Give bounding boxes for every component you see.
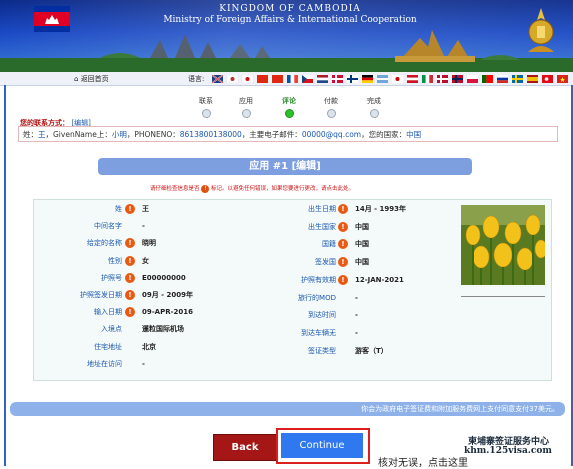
step-application: 应用 bbox=[226, 96, 266, 118]
language-flags[interactable] bbox=[212, 75, 572, 83]
field-value: E00000000 bbox=[142, 273, 186, 282]
language-label: 语言: bbox=[188, 75, 205, 83]
field-value: 暹粒国际机场 bbox=[142, 325, 184, 334]
notice-warning-icon: ! bbox=[201, 184, 210, 193]
warning-icon: ! bbox=[125, 255, 135, 266]
contact-summary: 姓：王，GivenName上：小明，PHONENO：8613800138000，… bbox=[18, 126, 558, 142]
step-radio bbox=[201, 109, 211, 118]
banner-line1: KINGDOM OF CAMBODIA bbox=[219, 4, 361, 14]
step-payment: 付款 bbox=[311, 96, 351, 118]
field-label: 出生国家 bbox=[308, 222, 336, 231]
email-value: 00000@qq.com bbox=[301, 130, 362, 139]
cambodia-flag-icon bbox=[34, 6, 70, 32]
field-value: 王 bbox=[142, 205, 149, 213]
field-label: 出生日期 bbox=[308, 205, 336, 213]
step-radio bbox=[369, 109, 379, 118]
field-label: 输入日期 bbox=[94, 308, 122, 317]
field-value: - bbox=[355, 293, 358, 302]
back-button[interactable]: Back bbox=[213, 434, 277, 461]
photo-divider bbox=[461, 296, 545, 297]
step-radio-active bbox=[284, 109, 294, 118]
field-label: 到达时间 bbox=[308, 311, 336, 320]
field-value: 中国 bbox=[355, 258, 369, 267]
confirm-hint: 核对无误，点击这里 bbox=[378, 458, 468, 469]
field-label: 地址在访问 bbox=[87, 359, 122, 368]
notice-pre: 请仔细检查信息是否 bbox=[150, 186, 200, 192]
field-value: 中国 bbox=[355, 222, 369, 231]
continue-button[interactable]: Continue bbox=[281, 433, 363, 458]
home-link[interactable]: ⌂ 返回首页 bbox=[74, 74, 109, 84]
header-banner: KINGDOM OF CAMBODIA Ministry of Foreign … bbox=[0, 0, 573, 72]
application-header[interactable]: 应用 #1 [编辑] bbox=[98, 158, 472, 175]
top-navbar: ⌂ 返回首页 语言: bbox=[0, 72, 573, 86]
field-label: 姓 bbox=[115, 205, 122, 213]
surname-label: 姓： bbox=[23, 130, 38, 139]
warning-icon: ! bbox=[125, 290, 135, 300]
step-label: 完成 bbox=[367, 97, 381, 105]
field-value: 游客（T） bbox=[355, 346, 388, 355]
field-label: 国籍 bbox=[322, 240, 336, 249]
field-value: 晓明 bbox=[142, 239, 156, 248]
field-label: 性别 bbox=[108, 256, 122, 265]
home-link-label: 返回首页 bbox=[80, 75, 109, 83]
field-value: - bbox=[142, 222, 145, 231]
step-complete: 完成 bbox=[354, 96, 394, 118]
review-notice: 请仔细检查信息是否 ! 标记。以避免任何错误，如果您要进行更改，请点击此处。 bbox=[150, 184, 450, 193]
field-value: 女 bbox=[142, 256, 149, 265]
field-value: - bbox=[142, 359, 145, 368]
phone-value: 8613800138000 bbox=[179, 130, 242, 139]
step-review: 评论 bbox=[269, 96, 309, 118]
field-value: 12-JAN-2021 bbox=[355, 275, 404, 284]
field-label: 护照有效期 bbox=[301, 275, 336, 284]
field-value: 中国 bbox=[355, 240, 369, 249]
surname-value: 王 bbox=[38, 130, 46, 139]
warning-icon: ! bbox=[338, 204, 348, 214]
field-label: 护照签发日期 bbox=[80, 291, 122, 299]
field-label: 签证类型 bbox=[308, 346, 336, 355]
field-label: 入境点 bbox=[101, 325, 122, 334]
step-label: 评论 bbox=[282, 97, 296, 105]
field-value: 09月 - 2009年 bbox=[142, 291, 194, 299]
step-radio bbox=[241, 109, 251, 118]
field-value: 14月 - 1993年 bbox=[355, 205, 407, 213]
notice-post[interactable]: 标记。以避免任何错误，如果您要进行更改，请点击此处。 bbox=[211, 186, 354, 192]
fee-notice-bar: 你会为政府电子签证费和附加服务费网上支付同意支付37美元。 bbox=[10, 402, 565, 416]
field-value: - bbox=[355, 311, 358, 320]
country-value: 中国 bbox=[406, 130, 422, 139]
warning-icon: ! bbox=[125, 204, 135, 214]
fee-notice-text: 你会为政府电子签证费和附加服务费网上支付同意支付37美元。 bbox=[361, 405, 559, 413]
given-value: 小明 bbox=[111, 130, 127, 139]
email-label: ，主要电子邮件： bbox=[241, 130, 302, 139]
step-label: 联系 bbox=[199, 97, 213, 105]
warning-icon: ! bbox=[338, 221, 348, 232]
banner-titles: KINGDOM OF CAMBODIA Ministry of Foreign … bbox=[120, 4, 460, 25]
warning-icon: ! bbox=[125, 272, 135, 283]
given-label: ，GivenName上： bbox=[45, 130, 112, 139]
watermark-line2: khm.125visa.com bbox=[464, 446, 552, 456]
field-value: - bbox=[355, 328, 358, 337]
angkor-temples-illustration bbox=[0, 30, 573, 72]
warning-icon: ! bbox=[338, 274, 348, 285]
step-radio bbox=[326, 109, 336, 118]
step-contact: 联系 bbox=[186, 96, 226, 118]
home-icon: ⌂ bbox=[74, 75, 79, 83]
phone-label: ，PHONENO： bbox=[126, 130, 180, 139]
country-label: ，您的国家： bbox=[361, 130, 407, 139]
applicant-photo bbox=[461, 205, 545, 285]
field-label: 给定的名称 bbox=[87, 239, 122, 248]
step-label: 应用 bbox=[239, 97, 253, 105]
field-label: 护照号 bbox=[101, 273, 122, 282]
royal-crest-icon bbox=[528, 8, 554, 52]
field-label: 住宅地址 bbox=[94, 342, 122, 351]
banner-line2: Ministry of Foreign Affairs & Internatio… bbox=[163, 15, 417, 25]
field-value: 北京 bbox=[142, 342, 156, 351]
field-label: 签发国 bbox=[315, 258, 336, 267]
field-label: 到达车辆无 bbox=[301, 328, 336, 337]
field-value: 09-APR-2016 bbox=[142, 308, 193, 317]
step-label: 付款 bbox=[324, 97, 338, 105]
field-label: 旅行的MOD bbox=[298, 293, 336, 302]
progress-steps: 联系 应用 评论 付款 完成 bbox=[190, 96, 390, 118]
field-label: 中间名字 bbox=[94, 222, 122, 231]
